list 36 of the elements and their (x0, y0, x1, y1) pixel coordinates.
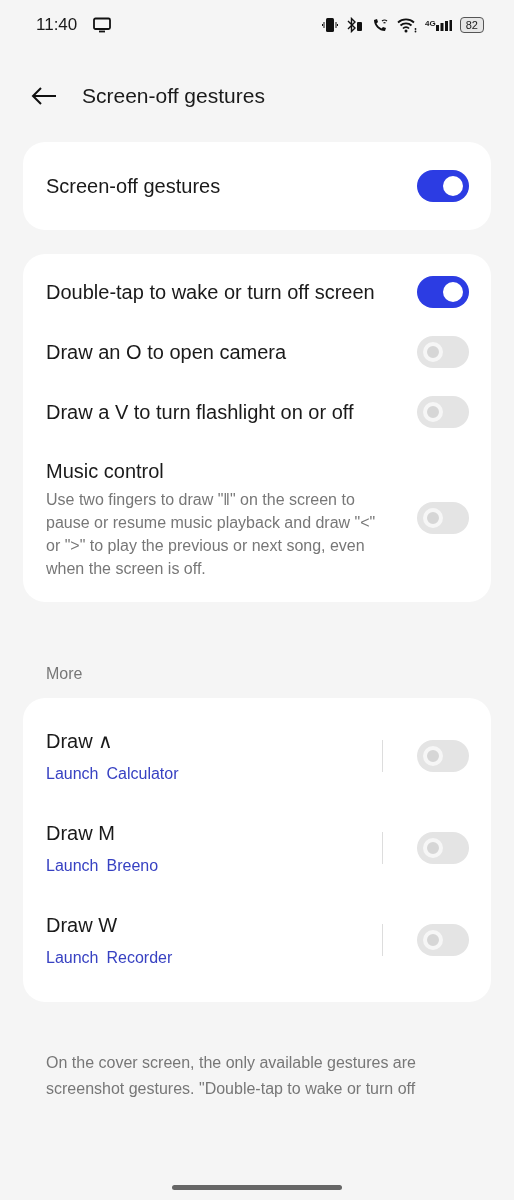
wifi-calling-icon (372, 17, 390, 33)
action-link[interactable]: Launch (46, 854, 99, 878)
action-link[interactable]: Launch (46, 946, 99, 970)
vibrate-icon (322, 17, 339, 33)
toggle-switch[interactable] (417, 832, 469, 864)
setting-label: Draw W (46, 913, 119, 938)
toggle-switch[interactable] (417, 170, 469, 202)
setting-label: Draw an O to open camera (46, 340, 287, 365)
footer-note: On the cover screen, the only available gestures are screenshot gestures. "Double-tap to wake or turn off (45, 1053, 417, 1099)
app-link[interactable]: Breeno (106, 854, 159, 878)
action-link[interactable]: Launch (46, 762, 99, 786)
toggle-switch[interactable] (417, 276, 469, 308)
battery-indicator: 82 (459, 17, 484, 33)
setting-description: Use two fingers to draw "‖" on the screen to pause or resume music playback and draw "<" or ">" to play the previous or next song, even when the screen is off. (46, 490, 377, 579)
status-time: 11:40 (36, 14, 78, 37)
toggle-switch[interactable] (417, 502, 469, 534)
setting-label: Double-tap to wake or turn off screen (46, 280, 375, 305)
signal-icon (435, 19, 452, 31)
toggle-switch[interactable] (417, 396, 469, 428)
toggle-switch[interactable] (417, 924, 469, 956)
setting-label: Screen-off gestures (46, 174, 221, 199)
wifi-icon (397, 17, 418, 33)
toggle-switch[interactable] (417, 740, 469, 772)
setting-label: Draw M (46, 821, 116, 846)
back-icon[interactable] (30, 86, 58, 106)
app-link[interactable]: Calculator (106, 762, 179, 786)
bluetooth-icon (346, 17, 365, 33)
network-type: 4G (425, 19, 436, 28)
setting-label: Draw ∧ (46, 729, 115, 754)
toggle-switch[interactable] (417, 336, 469, 368)
setting-label: Draw a V to turn flashlight on or off (46, 400, 354, 425)
page-title: Screen-off gestures (82, 83, 265, 110)
screen-icon (93, 17, 112, 33)
app-link[interactable]: Recorder (106, 946, 173, 970)
section-label: More (45, 664, 84, 684)
setting-label: Music control (46, 459, 165, 484)
